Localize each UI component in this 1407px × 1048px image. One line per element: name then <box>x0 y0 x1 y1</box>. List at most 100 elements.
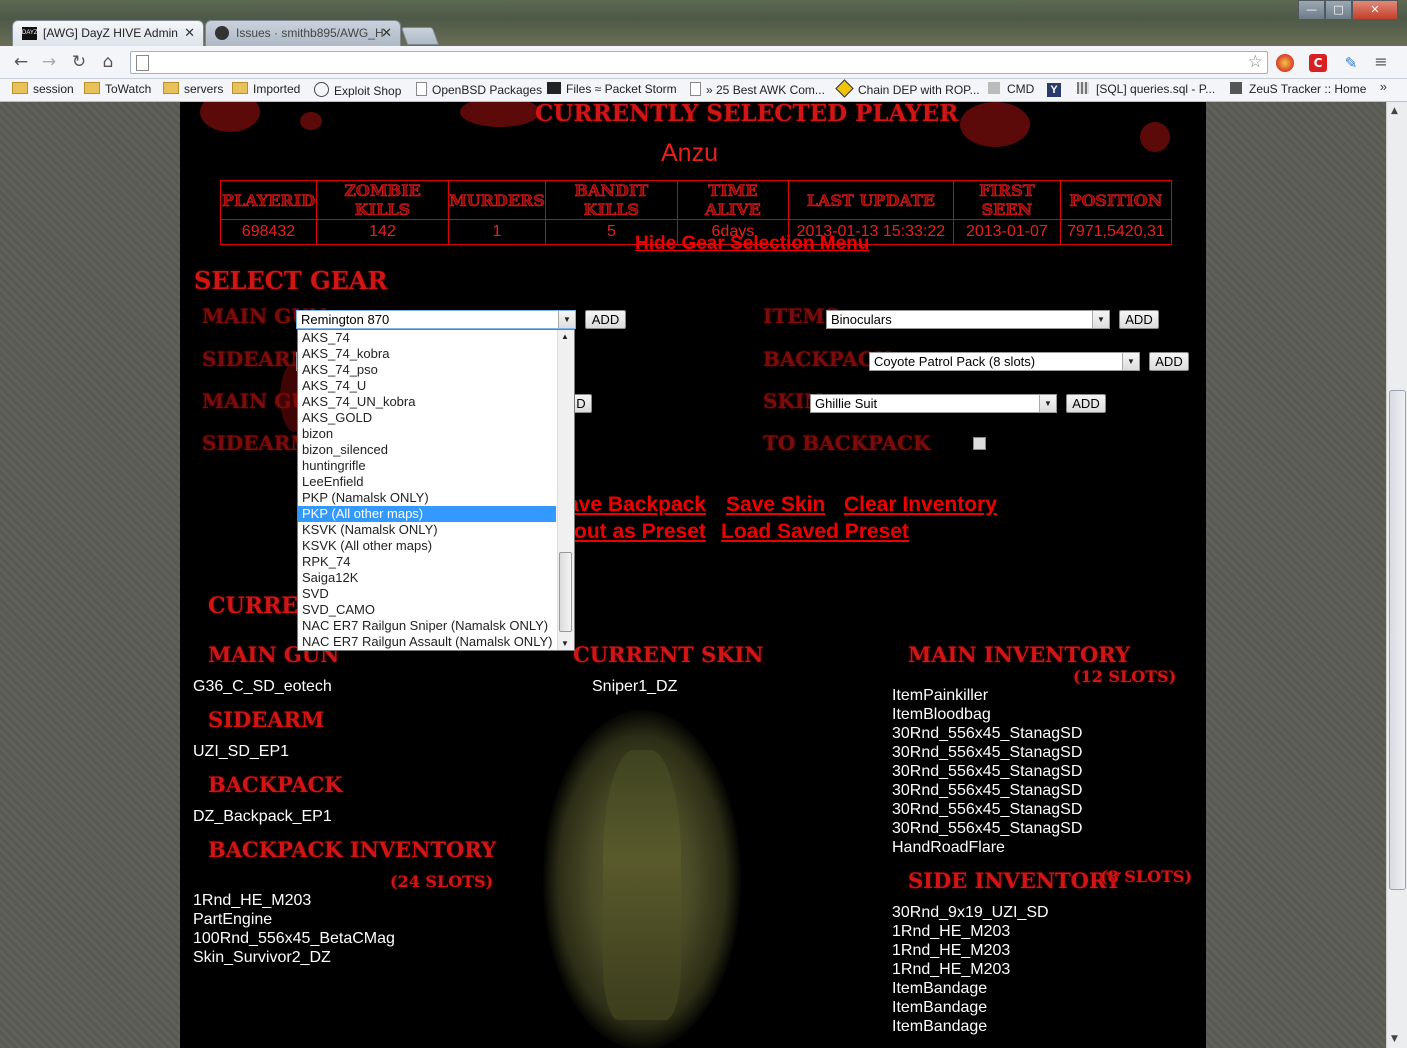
dropdown-option[interactable]: AKS_GOLD <box>298 410 556 426</box>
page-icon <box>690 82 701 96</box>
title-bar: DAYZ [AWG] DayZ HIVE Admin ✕ Issues · sm… <box>0 0 1407 46</box>
dropdown-option[interactable]: RPK_74 <box>298 554 556 570</box>
chevron-down-icon: ▼ <box>558 311 575 328</box>
close-tab-icon[interactable]: ✕ <box>381 25 392 41</box>
scroll-down-icon[interactable]: ▼ <box>561 639 569 648</box>
back-arrow-icon[interactable]: ← <box>10 52 32 72</box>
add-item-button[interactable]: ADD <box>1119 310 1159 329</box>
forward-arrow-icon[interactable]: → <box>38 52 60 72</box>
bookmark-star-icon[interactable]: ☆ <box>1248 52 1263 72</box>
backpack-select[interactable]: Coyote Patrol Pack (8 slots) ▼ <box>869 352 1140 371</box>
dropdown-scroll-thumb[interactable] <box>559 552 572 632</box>
dropdown-option[interactable]: SVD <box>298 586 556 602</box>
bookmark-openbsd[interactable]: OpenBSD Packages <box>416 82 542 97</box>
dropdown-option[interactable]: huntingrifle <box>298 458 556 474</box>
side-slots-label: (8 SLOTS) <box>1100 867 1193 886</box>
bookmark-label: session <box>33 82 74 96</box>
dropdown-scrollbar[interactable]: ▲ ▼ <box>557 330 574 650</box>
dropdown-option[interactable]: AKS_74_pso <box>298 362 556 378</box>
dropdown-option[interactable]: AKS_74_kobra <box>298 346 556 362</box>
bookmark-towatch[interactable]: ToWatch <box>84 82 151 96</box>
add-main-gun-button[interactable]: ADD <box>585 310 626 329</box>
dropdown-option[interactable]: PKP (All other maps) <box>298 506 556 522</box>
list-item: 30Rnd_556x45_StanagSD <box>892 744 1083 761</box>
bookmark-chain-dep[interactable]: Chain DEP with ROP... <box>835 79 980 98</box>
to-backpack-checkbox[interactable] <box>973 437 986 450</box>
dropdown-option[interactable]: SVD_CAMO <box>298 602 556 618</box>
new-tab-button[interactable] <box>400 27 440 45</box>
y-icon: Y <box>1047 83 1061 97</box>
tab-github-issues[interactable]: Issues · smithb895/AWG_H ✕ <box>205 20 401 46</box>
list-item: 30Rnd_556x45_StanagSD <box>892 725 1083 742</box>
chevron-down-icon: ▼ <box>1039 395 1056 412</box>
items-select[interactable]: Binoculars ▼ <box>826 310 1110 329</box>
header-cell: MURDERS <box>448 180 546 220</box>
add-skin-button[interactable]: ADD <box>1066 394 1106 413</box>
maximize-button[interactable]: □ <box>1325 0 1352 20</box>
clear-inventory-link[interactable]: Clear Inventory <box>844 493 997 517</box>
extension-c-icon[interactable]: C <box>1309 54 1327 72</box>
bookmark-packet-storm[interactable]: Files ≈ Packet Storm <box>547 82 677 96</box>
load-preset-link[interactable]: Load Saved Preset <box>721 520 909 544</box>
backpack-inventory-label: BACKPACK INVENTORY <box>208 837 497 862</box>
tab-hive-admin[interactable]: DAYZ [AWG] DayZ HIVE Admin ✕ <box>12 20 204 46</box>
browser-toolbar: ← → ↻ ⌂ ☆ C ✎ ≡ <box>0 46 1407 79</box>
dropdown-option[interactable]: PKP (Namalsk ONLY) <box>298 490 556 506</box>
save-preset-link[interactable]: out as Preset <box>574 520 706 544</box>
bookmark-y[interactable]: Y <box>1047 82 1061 97</box>
main-slots-label: (12 SLOTS) <box>1073 667 1177 686</box>
list-item: Skin_Survivor2_DZ <box>193 949 331 966</box>
hide-gear-menu-link[interactable]: Hide Gear Selection Menu <box>635 233 869 255</box>
add-backpack-button[interactable]: ADD <box>1149 352 1189 371</box>
minimize-button[interactable]: — <box>1298 0 1325 20</box>
save-backpack-link[interactable]: ave Backpack <box>567 493 706 517</box>
home-icon[interactable]: ⌂ <box>97 52 119 72</box>
content-panel: CURRENTLY SELECTED PLAYER Anzu PLAYERID … <box>180 102 1206 1048</box>
bookmark-zeus[interactable]: ZeuS Tracker :: Home <box>1230 82 1366 96</box>
dropdown-option[interactable]: AKS_74_UN_kobra <box>298 394 556 410</box>
scroll-down-icon[interactable]: ▼ <box>1391 1034 1398 1044</box>
skin-select[interactable]: Ghillie Suit ▼ <box>810 394 1057 413</box>
bookmark-imported[interactable]: Imported <box>232 82 300 96</box>
page-scrollbar[interactable]: ▲ ▼ <box>1386 102 1407 1048</box>
dropdown-option[interactable]: KSVK (Namalsk ONLY) <box>298 522 556 538</box>
dropdown-option[interactable]: AKS_74_U <box>298 378 556 394</box>
dropdown-option[interactable]: Saiga12K <box>298 570 556 586</box>
page-scroll-thumb[interactable] <box>1389 390 1406 890</box>
bookmark-servers[interactable]: servers <box>163 82 223 96</box>
bookmark-session[interactable]: session <box>12 82 74 96</box>
main-gun-dropdown-list[interactable]: AKS_74 AKS_74_kobra AKS_74_pso AKS_74_U AKS_… <box>297 329 575 651</box>
scroll-up-icon[interactable]: ▲ <box>1391 106 1398 116</box>
main-gun-select[interactable]: Remington 870 ▼ <box>296 310 576 329</box>
value-cell: 2013-01-07 <box>952 219 1061 245</box>
dropdown-option[interactable]: bizon_silenced <box>298 442 556 458</box>
list-item: ItemBandage <box>892 980 988 997</box>
main-inventory-label: MAIN INVENTORY <box>908 642 1131 667</box>
close-window-button[interactable]: ✕ <box>1352 0 1398 20</box>
close-tab-icon[interactable]: ✕ <box>184 25 195 41</box>
reload-icon[interactable]: ↻ <box>68 52 90 72</box>
dropdown-option[interactable]: bizon <box>298 426 556 442</box>
pen-extension-icon[interactable]: ✎ <box>1342 54 1360 72</box>
bookmark-awk[interactable]: » 25 Best AWK Com... <box>690 82 825 97</box>
bookmark-exploit-shop[interactable]: Exploit Shop <box>314 82 401 98</box>
dropdown-option[interactable]: NAC ER7 Railgun Sniper (Namalsk ONLY) <box>298 618 556 634</box>
dropdown-option[interactable]: KSVK (All other maps) <box>298 538 556 554</box>
blood-splatter <box>300 112 322 130</box>
address-bar[interactable]: ☆ <box>130 51 1268 74</box>
select-gear-heading: SELECT GEAR <box>194 266 388 295</box>
main-gun-select-value: Remington 870 <box>301 312 390 327</box>
dropdown-option[interactable]: AKS_74 <box>298 330 556 346</box>
save-skin-link[interactable]: Save Skin <box>726 493 825 517</box>
menu-icon[interactable]: ≡ <box>1372 54 1390 72</box>
chevron-down-icon: ▼ <box>1122 353 1139 370</box>
dropdown-option[interactable]: LeeEnfield <box>298 474 556 490</box>
more-bookmarks-icon[interactable]: » <box>1380 79 1387 94</box>
dropdown-option[interactable]: NAC ER7 Railgun Assault (Namalsk ONLY) <box>298 634 556 650</box>
extension-icon[interactable] <box>1276 54 1294 72</box>
bookmark-label: [SQL] queries.sql - P... <box>1096 82 1216 96</box>
list-item: 30Rnd_556x45_StanagSD <box>892 820 1083 837</box>
bookmark-sql[interactable]: [SQL] queries.sql - P... <box>1077 82 1215 96</box>
bookmark-cmd[interactable]: CMD <box>988 82 1034 96</box>
scroll-up-icon[interactable]: ▲ <box>561 332 569 341</box>
